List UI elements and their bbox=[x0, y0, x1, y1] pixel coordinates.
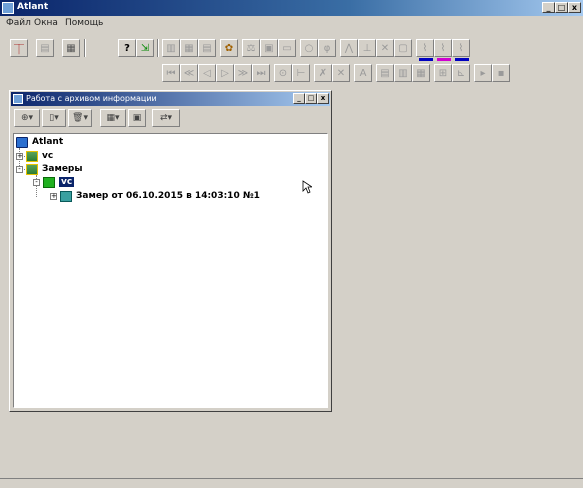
tree-node-label: Замер от 06.10.2015 в 14:03:10 №1 bbox=[76, 191, 260, 201]
delete-button[interactable]: 🗑▾ bbox=[68, 109, 92, 127]
doc2-icon[interactable]: ▥ bbox=[394, 64, 412, 82]
tree-node-label: Замеры bbox=[42, 164, 83, 174]
next-icon[interactable]: ▷ bbox=[216, 64, 234, 82]
spectrum3-icon[interactable]: ⌇ bbox=[452, 39, 470, 57]
tree-node-vc-selected[interactable]: - vc bbox=[33, 176, 75, 188]
range-icon[interactable]: ⊢ bbox=[292, 64, 310, 82]
app-title: Atlant bbox=[17, 2, 49, 12]
new-item-button[interactable]: ▯▾ bbox=[42, 109, 66, 127]
peak-icon[interactable]: ⋀ bbox=[340, 39, 358, 57]
chart-icon[interactable]: ▦ bbox=[62, 39, 80, 57]
window-controls: _ □ x bbox=[542, 2, 581, 13]
archive-window: Работа с архивом информации _ □ x ⊕▾ ▯▾ … bbox=[9, 90, 332, 412]
cross-icon[interactable]: ✗ bbox=[314, 64, 332, 82]
archive-window-controls: _ □ x bbox=[293, 93, 329, 104]
collapse-icon[interactable]: - bbox=[33, 178, 40, 186]
circle-icon[interactable]: ○ bbox=[300, 39, 318, 57]
frame-icon[interactable]: ▭ bbox=[278, 39, 296, 57]
tree-icon[interactable]: ⊥ bbox=[358, 39, 376, 57]
archive-window-title: Работа с архивом информации bbox=[26, 94, 157, 103]
link-button[interactable]: ⇄▾ bbox=[152, 109, 180, 127]
x-icon[interactable]: ✕ bbox=[332, 64, 350, 82]
view-button[interactable]: ▦▾ bbox=[100, 109, 126, 127]
stop-icon[interactable]: ▪ bbox=[492, 64, 510, 82]
app-icon bbox=[2, 2, 14, 14]
help-icon[interactable]: ? bbox=[118, 39, 136, 57]
prev-icon[interactable]: ◁ bbox=[198, 64, 216, 82]
measurement-icon bbox=[60, 190, 72, 202]
blue2-indicator bbox=[455, 58, 469, 61]
blue-indicator bbox=[419, 58, 433, 61]
tree-root-label: Atlant bbox=[32, 137, 64, 147]
maximize-button[interactable]: □ bbox=[555, 2, 568, 13]
archive-close-button[interactable]: x bbox=[317, 93, 329, 104]
window-icon[interactable]: ▢ bbox=[394, 39, 412, 57]
tree-node-measurement[interactable]: + Замер от 06.10.2015 в 14:03:10 №1 bbox=[50, 190, 260, 202]
add-folder-button[interactable]: ⊕▾ bbox=[14, 109, 40, 127]
forward-icon[interactable]: ≫ bbox=[234, 64, 252, 82]
settings-icon[interactable]: ✿ bbox=[220, 39, 238, 57]
scale-icon[interactable]: ⚖ bbox=[242, 39, 260, 57]
menu-bar: Файл Окна Помощь bbox=[0, 16, 583, 30]
magenta-indicator bbox=[437, 58, 451, 61]
doc-icon[interactable]: ▤ bbox=[376, 64, 394, 82]
calc-button[interactable]: ▣ bbox=[128, 109, 146, 127]
print-icon[interactable]: ▤ bbox=[36, 39, 54, 57]
rewind-icon[interactable]: ≪ bbox=[180, 64, 198, 82]
spectrum-icon[interactable]: ⌇ bbox=[416, 39, 434, 57]
status-bar bbox=[0, 478, 583, 488]
close-button[interactable]: x bbox=[568, 2, 581, 13]
pulse-icon[interactable]: ⊾ bbox=[452, 64, 470, 82]
collapse-icon[interactable]: - bbox=[16, 165, 23, 173]
bars-icon[interactable]: ▦ bbox=[412, 64, 430, 82]
tree-node-measurements[interactable]: - Замеры bbox=[16, 163, 83, 175]
menu-help[interactable]: Помощь bbox=[65, 18, 103, 28]
tree-node-vc[interactable]: + vc bbox=[16, 150, 53, 162]
spectrum2-icon[interactable]: ⌇ bbox=[434, 39, 452, 57]
archive-window-icon bbox=[13, 94, 23, 104]
archive-tree: Atlant + vc - Замеры - vc + Замер от 06.… bbox=[13, 133, 328, 408]
atlant-root-icon bbox=[16, 136, 28, 148]
minimize-button[interactable]: _ bbox=[542, 2, 555, 13]
graph-icon[interactable]: ⊞ bbox=[434, 64, 452, 82]
folder-green-icon bbox=[43, 176, 55, 188]
play-icon[interactable]: ▸ bbox=[474, 64, 492, 82]
tree-node-label: vc bbox=[59, 177, 75, 187]
archive-minimize-button[interactable]: _ bbox=[293, 93, 305, 104]
expand-icon[interactable]: + bbox=[50, 192, 57, 200]
tree-root[interactable]: Atlant bbox=[16, 136, 63, 148]
list-icon[interactable]: ▤ bbox=[198, 39, 216, 57]
archive-toolbar: ⊕▾ ▯▾ 🗑▾ ▦▾ ▣ ⇄▾ bbox=[14, 109, 194, 129]
expand-icon[interactable]: + bbox=[16, 152, 23, 160]
signal-icon[interactable]: ⏉ bbox=[10, 39, 28, 57]
tools-icon[interactable]: ✕ bbox=[376, 39, 394, 57]
menu-windows[interactable]: Окна bbox=[34, 18, 58, 28]
alpha-icon[interactable]: A bbox=[354, 64, 372, 82]
mouse-cursor-icon bbox=[302, 180, 312, 194]
object-icon bbox=[26, 163, 38, 175]
box-icon[interactable]: ▣ bbox=[260, 39, 278, 57]
phi-icon[interactable]: φ bbox=[318, 39, 336, 57]
table-icon[interactable]: ▥ bbox=[162, 39, 180, 57]
record-icon[interactable]: ⊙ bbox=[274, 64, 292, 82]
archive-window-titlebar: Работа с архивом информации _ □ x bbox=[11, 92, 330, 106]
menu-file[interactable]: Файл bbox=[6, 18, 31, 28]
last-icon[interactable]: ⏭ bbox=[252, 64, 270, 82]
archive-maximize-button[interactable]: □ bbox=[305, 93, 317, 104]
object-icon bbox=[26, 150, 38, 162]
grid-icon[interactable]: ▦ bbox=[180, 39, 198, 57]
tree-node-label: vc bbox=[42, 151, 54, 161]
first-icon[interactable]: ⏮ bbox=[162, 64, 180, 82]
app-titlebar: Atlant _ □ x bbox=[0, 0, 583, 16]
export-icon[interactable]: ⇲ bbox=[136, 39, 154, 57]
